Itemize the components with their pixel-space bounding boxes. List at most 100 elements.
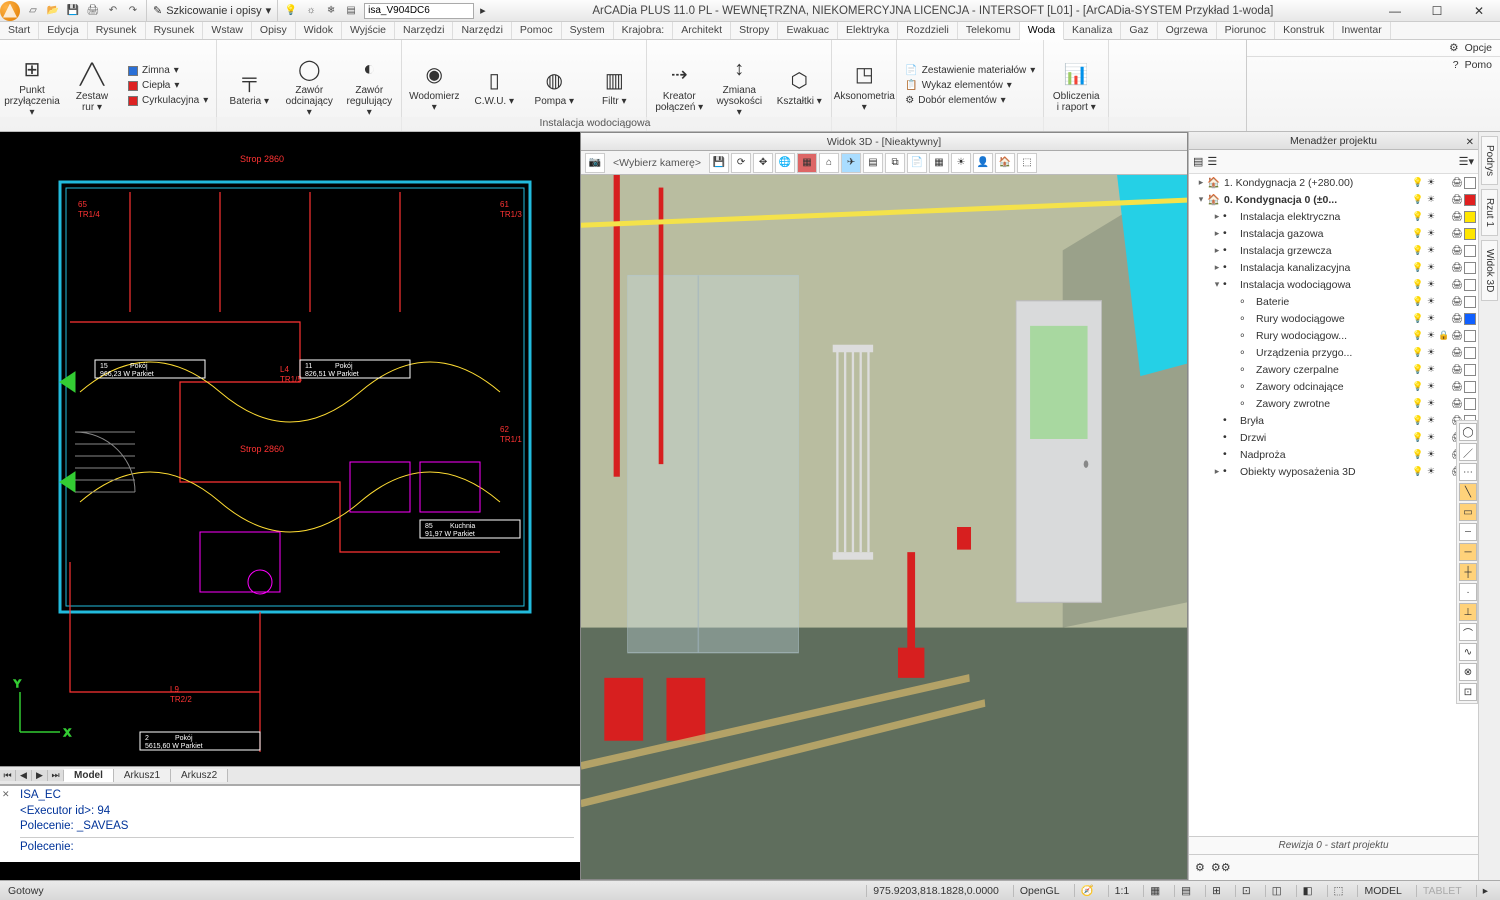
vtab-podrys[interactable]: Podrys	[1481, 136, 1498, 185]
qa-sun-icon[interactable]: ☼	[302, 2, 320, 20]
tree-node[interactable]: ∘Zawory zwrotne☀	[1189, 395, 1478, 412]
main-tab-krajobra:[interactable]: Krajobra:	[614, 22, 674, 39]
main-tab-architekt[interactable]: Architekt	[673, 22, 731, 39]
pan-icon[interactable]: ✥	[753, 153, 773, 173]
main-tab-rysunek[interactable]: Rysunek	[146, 22, 204, 39]
qa-snow-icon[interactable]: ❄	[322, 2, 340, 20]
close-button[interactable]: ✕	[1458, 0, 1500, 22]
main-tab-wstaw[interactable]: Wstaw	[203, 22, 252, 39]
qa-print-icon[interactable]: 🖨	[84, 2, 102, 20]
tree-node[interactable]: •Bryła☀	[1189, 412, 1478, 429]
tool-line-icon[interactable]: ／	[1459, 443, 1477, 461]
status-renderer[interactable]: OpenGL	[1013, 885, 1066, 897]
workspace-selector[interactable]: ✎ Szkicowanie i opisy ▾	[146, 0, 278, 21]
qa-open-icon[interactable]: 📂	[44, 2, 62, 20]
main-tab-konstruk[interactable]: Konstruk	[1275, 22, 1333, 39]
ribbon-cyrkulacyjna[interactable]: Cyrkulacyjna▾	[124, 94, 212, 107]
main-tab-narzędzi[interactable]: Narzędzi	[395, 22, 453, 39]
ribbon-zawór[interactable]: ◐Zawórregulujący ▾	[341, 51, 397, 120]
ribbon-zestaw[interactable]: ╱╲Zestawrur ▾	[64, 57, 120, 115]
next-icon[interactable]: ▶	[32, 770, 48, 781]
close-icon[interactable]: ✕	[1466, 134, 1474, 152]
gears-icon[interactable]: ⚙⚙	[1211, 861, 1231, 874]
tool-perp-icon[interactable]: ⊥	[1459, 603, 1477, 621]
tree-node[interactable]: ∘Baterie☀	[1189, 293, 1478, 310]
prev-icon[interactable]: ◀	[16, 770, 32, 781]
layers-icon[interactable]: ▤	[863, 153, 883, 173]
main-tab-telekomu[interactable]: Telekomu	[958, 22, 1020, 39]
ribbon-ciepła[interactable]: Ciepła▾	[124, 79, 212, 92]
ribbon-aksonometria[interactable]: ◳Aksonometria ▾	[836, 57, 892, 115]
maximize-button[interactable]: ☐	[1416, 0, 1458, 22]
tool-diag-icon[interactable]: ╲	[1459, 483, 1477, 501]
file-field[interactable]	[364, 3, 474, 19]
main-tab-elektryka[interactable]: Elektryka	[838, 22, 898, 39]
main-tab-woda[interactable]: Woda	[1020, 22, 1064, 40]
status-toggle-6[interactable]: ◧	[1296, 885, 1319, 897]
help-label[interactable]: Pomo	[1465, 59, 1492, 71]
status-toggle-2[interactable]: ▤	[1174, 885, 1197, 897]
camera-selector[interactable]: <Wybierz kamerę>	[607, 157, 707, 169]
cmd-prompt[interactable]: Polecenie:	[20, 837, 574, 856]
tree-node[interactable]: ▸•Obiekty wyposażenia 3D☀	[1189, 463, 1478, 480]
last-icon[interactable]: ⏭	[48, 770, 64, 781]
qa-redo-icon[interactable]: ↷	[124, 2, 142, 20]
status-scale[interactable]: 1:1	[1108, 885, 1136, 897]
ribbon-obliczenia[interactable]: 📊Obliczeniai raport ▾	[1048, 57, 1104, 115]
pm-tree[interactable]: ▸🏠1. Kondygnacja 2 (+280.00)☀▾🏠0. Kondyg…	[1189, 174, 1478, 836]
sheet-tab-arkusz1[interactable]: Arkusz1	[114, 769, 171, 782]
ribbon-zestawienie-materiałów[interactable]: 📄Zestawienie materiałów▾	[901, 64, 1039, 77]
main-tab-edycja[interactable]: Edycja	[39, 22, 88, 39]
main-tab-rysunek[interactable]: Rysunek	[88, 22, 146, 39]
ribbon-zmiana[interactable]: ↕Zmianawysokości ▾	[711, 51, 767, 120]
main-tab-piorunoc[interactable]: Piorunoc	[1217, 22, 1275, 39]
qa-new-icon[interactable]: ▱	[24, 2, 42, 20]
doc-icon[interactable]: 📄	[907, 153, 927, 173]
tree-node[interactable]: ∘Rury wodociągowe☀	[1189, 310, 1478, 327]
qa-undo-icon[interactable]: ↶	[104, 2, 122, 20]
tree-node[interactable]: ▸•Instalacja elektryczna☀	[1189, 208, 1478, 225]
ribbon-filtr[interactable]: ▥Filtr ▾	[586, 62, 642, 109]
minimize-button[interactable]: —	[1374, 0, 1416, 22]
tree-node[interactable]: ▸•Instalacja kanalizacyjna☀	[1189, 259, 1478, 276]
status-toggle-1[interactable]: ▦	[1143, 885, 1166, 897]
status-compass-icon[interactable]: 🧭	[1074, 884, 1100, 897]
tree-node[interactable]: ∘Urządzenia przygo...☀	[1189, 344, 1478, 361]
sheet-tab-model[interactable]: Model	[64, 769, 114, 782]
ribbon-zawór[interactable]: ◯Zawórodcinający ▾	[281, 51, 337, 120]
tree-node[interactable]: ∘Rury wodociągow...☀	[1189, 327, 1478, 344]
ribbon-pompa[interactable]: ◍Pompa ▾	[526, 62, 582, 109]
tree-node[interactable]: ▸🏠1. Kondygnacja 2 (+280.00)☀	[1189, 174, 1478, 191]
ribbon-c.w.u.[interactable]: ▯C.W.U. ▾	[466, 62, 522, 109]
status-toggle-3[interactable]: ⊞	[1205, 885, 1227, 897]
tool-dot-icon[interactable]: ·	[1459, 583, 1477, 601]
tree-node[interactable]: ▸•Instalacja grzewcza☀	[1189, 242, 1478, 259]
main-tab-inwentar[interactable]: Inwentar	[1334, 22, 1391, 39]
tool-mid-icon[interactable]: ─	[1459, 543, 1477, 561]
main-tab-rozdzieli[interactable]: Rozdzieli	[898, 22, 958, 39]
tree-node[interactable]: •Nadproża☀	[1189, 446, 1478, 463]
tool-sel-icon[interactable]: ▭	[1459, 503, 1477, 521]
viewport-3d[interactable]: Widok 3D - [Nieaktywny] 📷 <Wybierz kamer…	[580, 132, 1188, 880]
main-tab-start[interactable]: Start	[0, 22, 39, 39]
ribbon-kształtki[interactable]: ⬡Kształtki ▾	[771, 62, 827, 109]
filter-icon[interactable]: ☰	[1207, 155, 1217, 168]
status-model[interactable]: MODEL	[1357, 885, 1407, 897]
home-icon[interactable]: ⌂	[819, 153, 839, 173]
cube-icon[interactable]: ⬚	[1017, 153, 1037, 173]
tool-dash-icon[interactable]: ┄	[1459, 523, 1477, 541]
sun-icon[interactable]: ☀	[951, 153, 971, 173]
qa-bulb-icon[interactable]: 💡	[282, 2, 300, 20]
tool-base-icon[interactable]: ⊡	[1459, 683, 1477, 701]
gear-icon[interactable]: ⚙	[1195, 861, 1205, 874]
ribbon-wykaz-elementów[interactable]: 📋Wykaz elementów▾	[901, 79, 1039, 92]
tool-ortho-icon[interactable]: ┼	[1459, 563, 1477, 581]
plane-icon[interactable]: ✈	[841, 153, 861, 173]
grid-icon[interactable]: ▦	[929, 153, 949, 173]
copy-icon[interactable]: ⧉	[885, 153, 905, 173]
qa-layers-icon[interactable]: ▤	[342, 2, 360, 20]
sheet-tab-arkusz2[interactable]: Arkusz2	[171, 769, 228, 782]
qa-save-icon[interactable]: 💾	[64, 2, 82, 20]
main-tab-widok[interactable]: Widok	[296, 22, 342, 39]
status-tablet[interactable]: TABLET	[1416, 885, 1468, 897]
